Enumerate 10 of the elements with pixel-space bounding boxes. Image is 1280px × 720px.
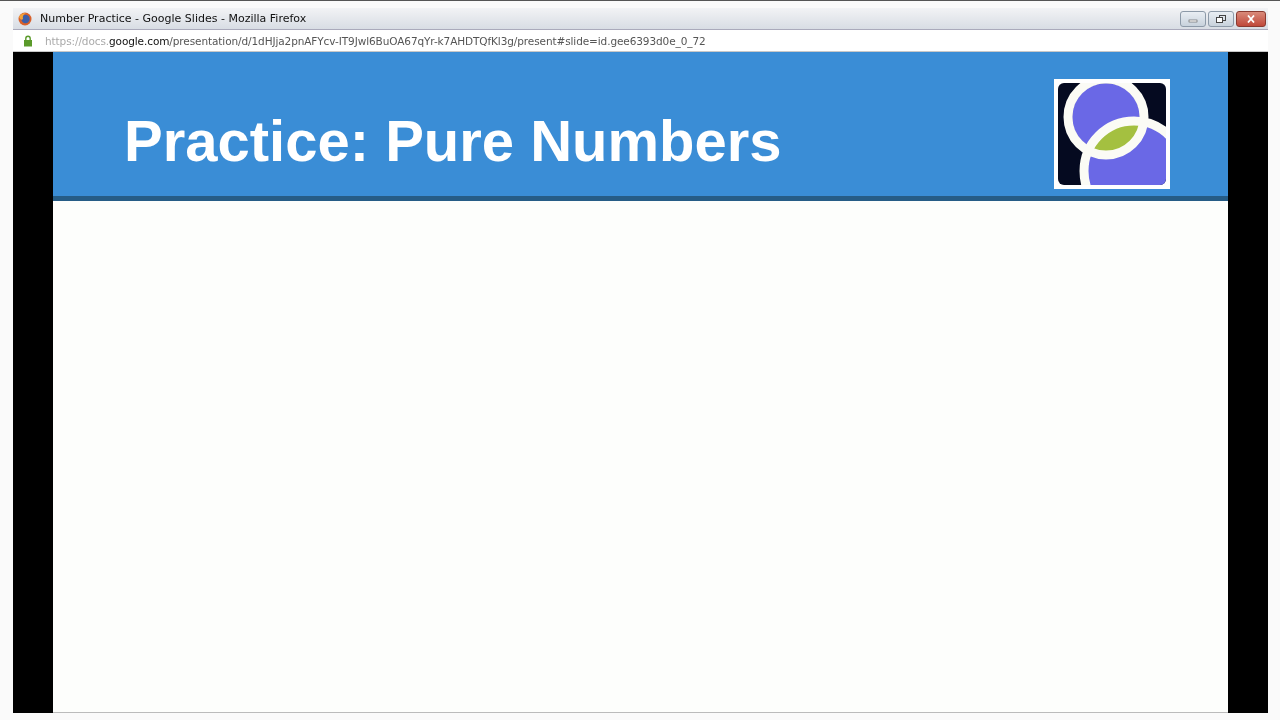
close-button[interactable]	[1236, 10, 1266, 27]
restore-button[interactable]	[1208, 10, 1234, 27]
window-title: Number Practice - Google Slides - Mozilla Firefox	[40, 12, 307, 25]
url-text: https://docs.google.com/presentation/d/1dHJja2pnAFYcv-IT9Jwl6BuOA67qYr-k7AHDTQfKl3g/present#slide=id.gee6393d0e_0_72	[45, 34, 706, 47]
address-bar[interactable]: https://docs.google.com/presentation/d/1dHJja2pnAFYcv-IT9Jwl6BuOA67qYr-k7AHDTQfKl3g/present#slide=id.gee6393d0e_0_72	[13, 29, 1268, 52]
globe-icon	[18, 11, 32, 26]
restore-icon	[1216, 14, 1226, 23]
slide-title: Practice: Pure Numbers	[124, 108, 782, 175]
lock-icon	[23, 34, 33, 47]
close-icon	[1246, 14, 1256, 23]
